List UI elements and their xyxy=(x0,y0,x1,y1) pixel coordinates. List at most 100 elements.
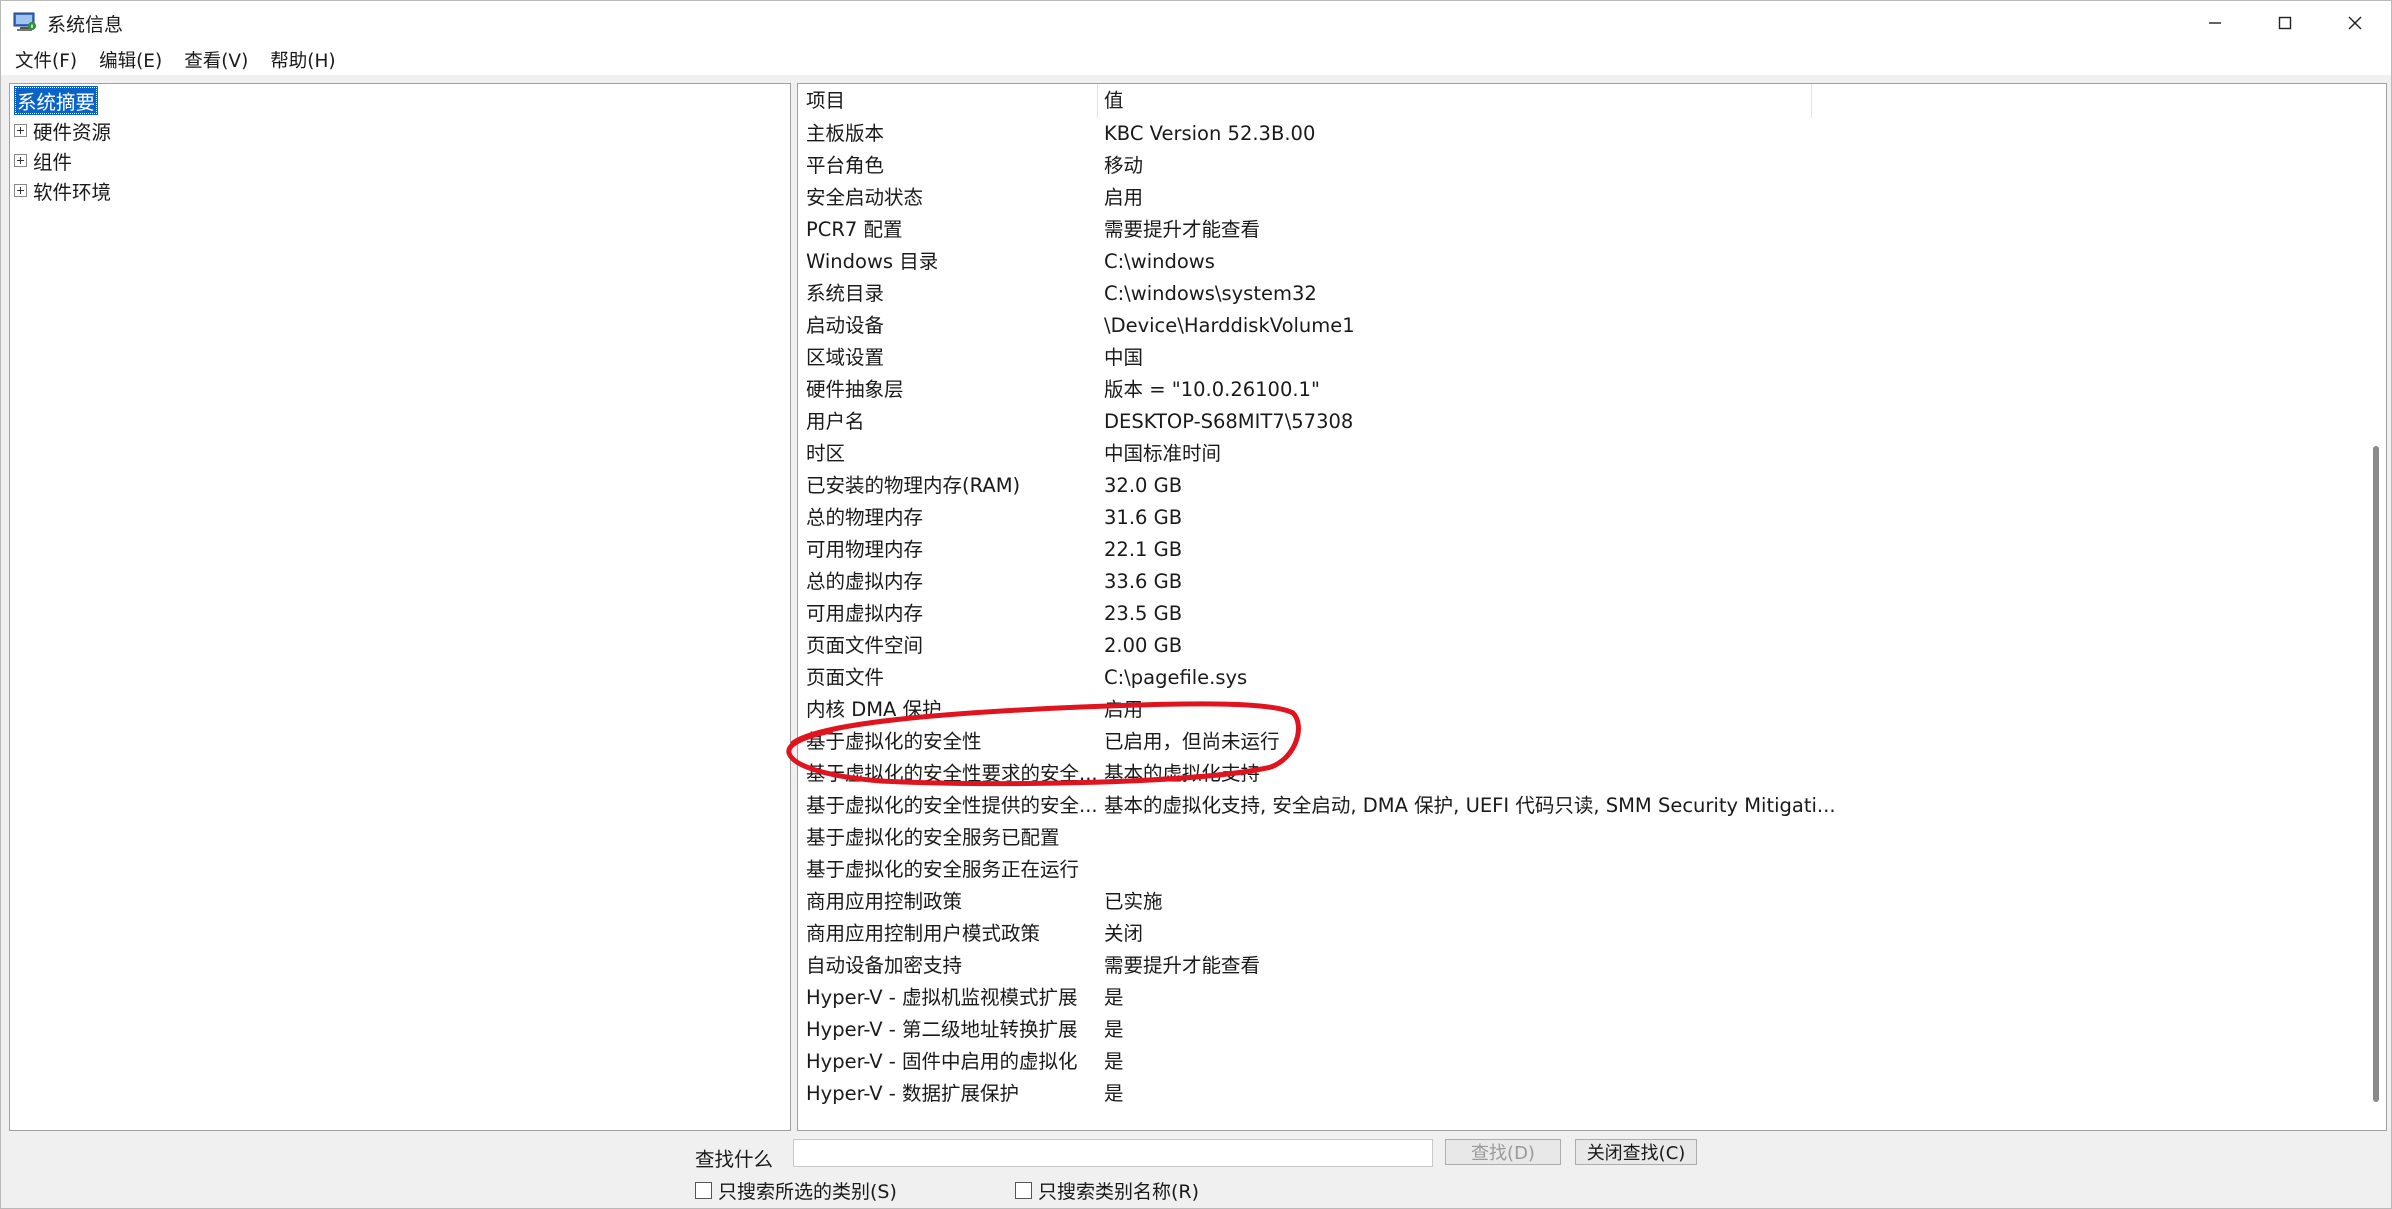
category-tree: 系统摘要 硬件资源 组件 软件环境 xyxy=(9,83,791,1131)
expand-plus-icon[interactable] xyxy=(14,153,27,167)
row-item-cell: 总的虚拟内存 xyxy=(806,570,924,593)
table-row[interactable]: PCR7 配置 需要提升才能查看 xyxy=(798,214,2358,246)
row-item-cell: 基于虚拟化的安全性提供的安全... xyxy=(806,794,1096,817)
row-item-cell: 安全启动状态 xyxy=(806,186,924,209)
tree-item-software-environment[interactable]: 软件环境 xyxy=(14,176,114,204)
table-row[interactable]: Hyper-V - 第二级地址转换扩展 是 xyxy=(798,1014,2358,1046)
row-item-cell: Windows 目录 xyxy=(806,250,939,273)
minimize-button[interactable] xyxy=(2179,1,2251,45)
table-row[interactable]: 可用虚拟内存 23.5 GB xyxy=(798,598,2358,630)
tree-item-label: 硬件资源 xyxy=(33,120,112,144)
column-divider[interactable] xyxy=(1811,84,1812,118)
table-row[interactable]: 基于虚拟化的安全服务已配置 xyxy=(798,822,2358,854)
row-value-cell: 关闭 xyxy=(1104,922,1144,945)
row-value-cell: 需要提升才能查看 xyxy=(1104,218,1261,241)
row-value-cell: 是 xyxy=(1104,1050,1124,1073)
tree-item-components[interactable]: 组件 xyxy=(14,146,75,174)
row-item-cell: 可用物理内存 xyxy=(806,538,924,561)
details-list: 项目 值 主板版本 KBC Version 52.3B.00 平台角色 移动 安全启动状… xyxy=(797,83,2387,1131)
row-value-cell: 2.00 GB xyxy=(1104,634,1183,657)
menu-help[interactable]: 帮助(H) xyxy=(262,47,343,73)
search-category-names-checkbox[interactable]: 只搜索类别名称(R) xyxy=(1015,1177,1199,1204)
row-value-cell: 中国 xyxy=(1104,346,1144,369)
table-row[interactable]: 内核 DMA 保护 启用 xyxy=(798,694,2358,726)
close-find-button[interactable]: 关闭查找(C) xyxy=(1575,1139,1697,1165)
row-value-cell: 版本 = "10.0.26100.1" xyxy=(1104,378,1320,401)
table-row[interactable]: 总的物理内存 31.6 GB xyxy=(798,502,2358,534)
table-row[interactable]: 硬件抽象层 版本 = "10.0.26100.1" xyxy=(798,374,2358,406)
column-header-item[interactable]: 项目 xyxy=(806,86,845,116)
row-value-cell: 需要提升才能查看 xyxy=(1104,954,1261,977)
table-row[interactable]: 主板版本 KBC Version 52.3B.00 xyxy=(798,118,2358,150)
row-item-cell: 页面文件 xyxy=(806,666,885,689)
tree-item-system-summary[interactable]: 系统摘要 xyxy=(14,85,99,115)
row-item-cell: 基于虚拟化的安全服务正在运行 xyxy=(806,858,1080,881)
row-item-cell: 已安装的物理内存(RAM) xyxy=(806,474,1021,497)
table-row[interactable]: 基于虚拟化的安全性要求的安全... 基本的虚拟化支持 xyxy=(798,758,2358,790)
row-item-cell: 主板版本 xyxy=(806,122,885,145)
title-bar: 系统信息 xyxy=(1,1,2391,45)
table-row[interactable]: Hyper-V - 数据扩展保护 是 xyxy=(798,1078,2358,1110)
table-row[interactable]: 页面文件空间 2.00 GB xyxy=(798,630,2358,662)
column-header-value[interactable]: 值 xyxy=(1104,86,1124,116)
find-button[interactable]: 查找(D) xyxy=(1445,1139,1561,1165)
row-item-cell: 可用虚拟内存 xyxy=(806,602,924,625)
expand-plus-icon[interactable] xyxy=(14,123,27,137)
table-row[interactable]: 基于虚拟化的安全服务正在运行 xyxy=(798,854,2358,886)
table-row[interactable]: 自动设备加密支持 需要提升才能查看 xyxy=(798,950,2358,982)
checkbox-label: 只搜索类别名称(R) xyxy=(1038,1181,1200,1203)
row-value-cell: DESKTOP-S68MIT7\57308 xyxy=(1104,410,1354,433)
table-row[interactable]: 可用物理内存 22.1 GB xyxy=(798,534,2358,566)
row-value-cell: 已启用，但尚未运行 xyxy=(1104,730,1280,753)
expand-plus-icon[interactable] xyxy=(14,183,27,197)
table-row[interactable]: 页面文件 C:\pagefile.sys xyxy=(798,662,2358,694)
scrollbar-thumb[interactable] xyxy=(2373,446,2379,1102)
table-row[interactable]: 商用应用控制用户模式政策 关闭 xyxy=(798,918,2358,950)
row-item-cell: 基于虚拟化的安全服务已配置 xyxy=(806,826,1060,849)
minimize-icon xyxy=(2209,22,2221,24)
row-value-cell: 是 xyxy=(1104,1082,1124,1105)
menu-file[interactable]: 文件(F) xyxy=(7,47,85,73)
menu-edit[interactable]: 编辑(E) xyxy=(91,47,170,73)
system-info-window: 系统信息 文件(F) 编辑(E) 查看(V) 帮助(H) 系统摘要 硬件资源 组… xyxy=(0,0,2392,1209)
row-value-cell: 启用 xyxy=(1104,698,1144,721)
table-row[interactable]: 用户名 DESKTOP-S68MIT7\57308 xyxy=(798,406,2358,438)
column-divider[interactable] xyxy=(1097,84,1098,118)
row-value-cell: 23.5 GB xyxy=(1104,602,1183,625)
row-value-cell: 22.1 GB xyxy=(1104,538,1183,561)
search-selected-category-checkbox[interactable]: 只搜索所选的类别(S) xyxy=(695,1177,897,1204)
table-row[interactable]: Hyper-V - 固件中启用的虚拟化 是 xyxy=(798,1046,2358,1078)
row-item-cell: Hyper-V - 固件中启用的虚拟化 xyxy=(806,1050,1078,1073)
tree-item-label: 系统摘要 xyxy=(14,85,99,115)
close-button[interactable] xyxy=(2319,1,2391,45)
menu-bar: 文件(F) 编辑(E) 查看(V) 帮助(H) xyxy=(1,45,2391,75)
table-row[interactable]: 基于虚拟化的安全性 已启用，但尚未运行 xyxy=(798,726,2358,758)
find-input[interactable] xyxy=(793,1139,1433,1167)
row-value-cell: 已实施 xyxy=(1104,890,1163,913)
window-title: 系统信息 xyxy=(47,14,124,36)
table-row[interactable]: Hyper-V - 虚拟机监视模式扩展 是 xyxy=(798,982,2358,1014)
row-value-cell: 是 xyxy=(1104,986,1124,1009)
table-row[interactable]: 平台角色 移动 xyxy=(798,150,2358,182)
tree-item-hardware-resources[interactable]: 硬件资源 xyxy=(14,116,114,144)
row-item-cell: 区域设置 xyxy=(806,346,885,369)
maximize-button[interactable] xyxy=(2249,1,2321,45)
table-row[interactable]: 已安装的物理内存(RAM) 32.0 GB xyxy=(798,470,2358,502)
table-row[interactable]: 系统目录 C:\windows\system32 xyxy=(798,278,2358,310)
table-row[interactable]: 时区 中国标准时间 xyxy=(798,438,2358,470)
menu-view[interactable]: 查看(V) xyxy=(176,47,256,73)
row-item-cell: 商用应用控制政策 xyxy=(806,890,963,913)
checkbox-box[interactable] xyxy=(1015,1182,1032,1199)
table-row[interactable]: 基于虚拟化的安全性提供的安全... 基本的虚拟化支持, 安全启动, DMA 保护,… xyxy=(798,790,2358,822)
checkbox-box[interactable] xyxy=(695,1182,712,1199)
table-row[interactable]: 启动设备 \Device\HarddiskVolume1 xyxy=(798,310,2358,342)
row-value-cell: 中国标准时间 xyxy=(1104,442,1222,465)
table-row[interactable]: 区域设置 中国 xyxy=(798,342,2358,374)
table-row[interactable]: 商用应用控制政策 已实施 xyxy=(798,886,2358,918)
table-row[interactable]: 安全启动状态 启用 xyxy=(798,182,2358,214)
table-row[interactable]: Windows 目录 C:\windows xyxy=(798,246,2358,278)
table-row[interactable]: 总的虚拟内存 33.6 GB xyxy=(798,566,2358,598)
row-item-cell: Hyper-V - 第二级地址转换扩展 xyxy=(806,1018,1078,1041)
row-value-cell: 基本的虚拟化支持, 安全启动, DMA 保护, UEFI 代码只读, SMM S… xyxy=(1104,794,1836,817)
vertical-scrollbar[interactable] xyxy=(2364,84,2386,1130)
